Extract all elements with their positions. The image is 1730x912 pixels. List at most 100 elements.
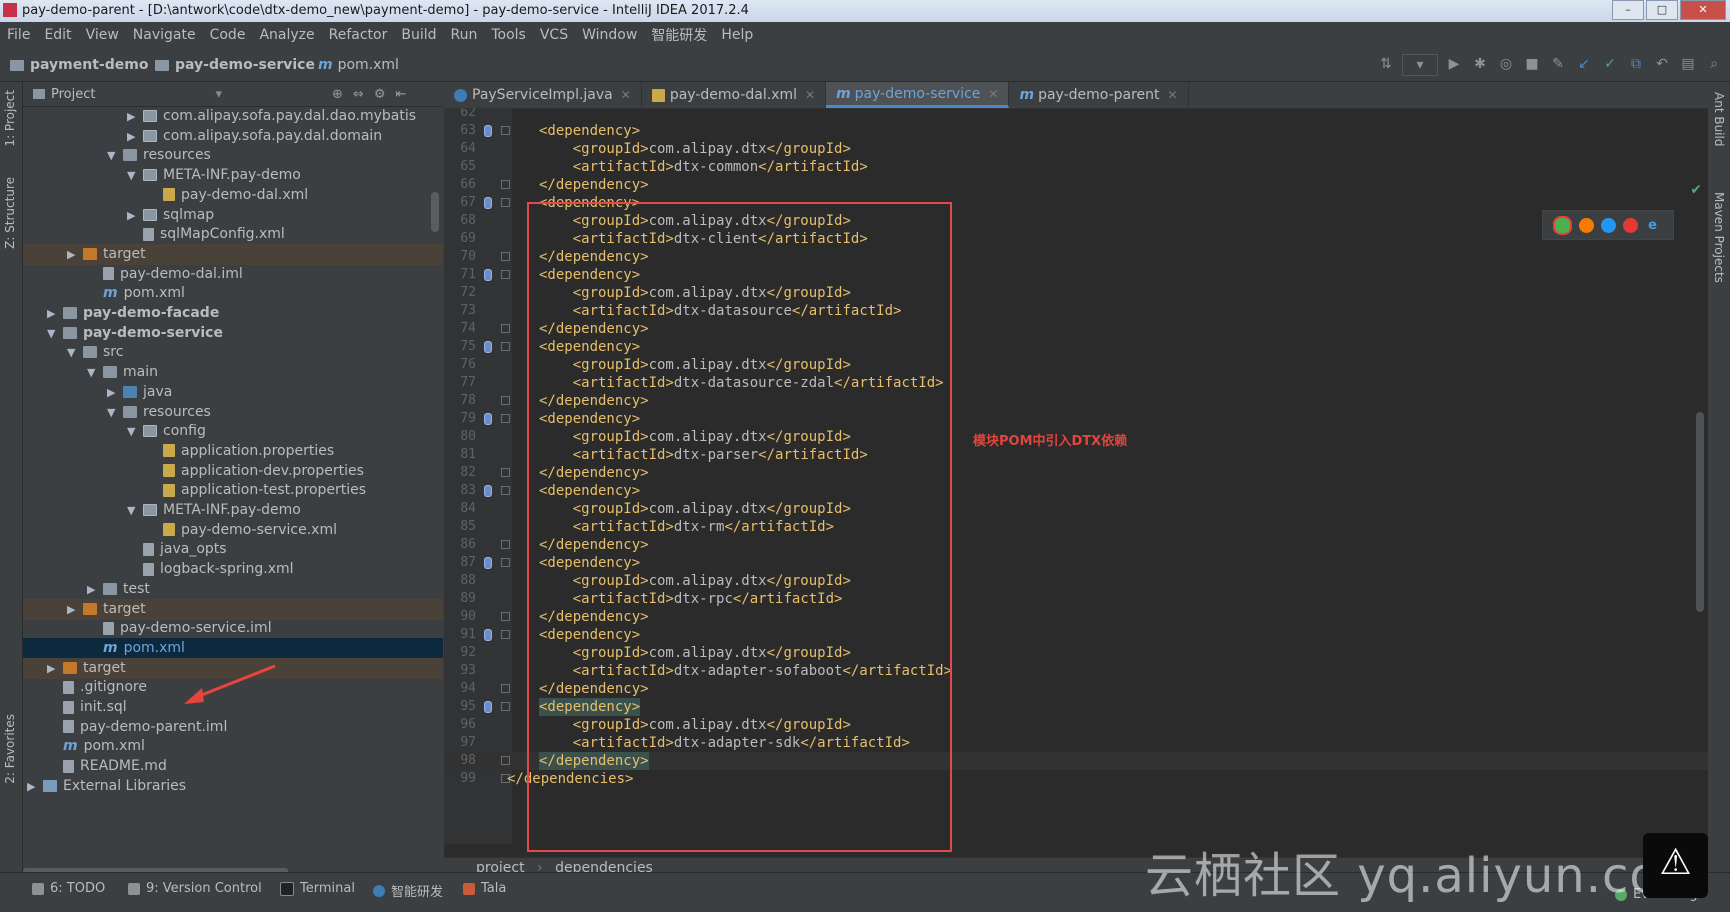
tree-item[interactable]: logback-spring.xml [23,559,443,580]
fold-marker-icon[interactable] [501,684,510,693]
menu-item[interactable]: Build [394,27,443,43]
project-view-selector[interactable]: Project [51,87,95,102]
tree-item[interactable]: application.properties [23,441,443,462]
menu-item[interactable]: VCS [533,27,575,43]
maven-dependency-gutter-icon[interactable] [484,197,492,209]
chevron-right-icon[interactable]: ▶ [47,658,63,679]
tree-item[interactable]: ▼ resources [23,402,443,423]
chevron-down-icon[interactable]: ▼ [107,145,123,166]
tree-item[interactable]: application-dev.properties [23,461,443,482]
tree-item[interactable]: m pom.xml [23,736,443,757]
fold-marker-icon[interactable] [501,252,510,261]
tree-item[interactable]: application-test.properties [23,480,443,501]
breadcrumb-file[interactable]: m pom.xml [318,57,399,73]
tree-item[interactable]: ▼ main [23,362,443,383]
firefox-icon[interactable] [1579,217,1594,233]
tree-item[interactable]: ▼ pay-demo-service [23,323,443,344]
chevron-right-icon[interactable]: ▶ [107,382,123,403]
tree-item[interactable]: ▶ target [23,243,443,265]
maven-dependency-gutter-icon[interactable] [484,341,492,353]
maven-dependency-gutter-icon[interactable] [484,125,492,137]
chevron-down-icon[interactable]: ▼ [127,421,143,442]
minimize-button[interactable]: – [1612,0,1644,20]
tree-item[interactable]: ▶ test [23,579,443,600]
close-tab-icon[interactable]: ✕ [988,87,998,101]
tree-item[interactable]: pay-demo-service.xml [23,520,443,541]
sort-icon[interactable]: ⇅ [1376,54,1396,74]
tree-item[interactable]: ▶ com.alipay.sofa.pay.dal.domain [23,126,443,147]
fold-marker-icon[interactable] [501,558,510,567]
maven-projects-tool-button[interactable]: Maven Projects [1712,192,1726,283]
close-tab-icon[interactable]: ✕ [621,88,631,102]
chevron-down-icon[interactable]: ▼ [87,362,103,383]
menu-item[interactable]: Window [575,27,644,43]
chevron-right-icon[interactable]: ▶ [67,599,83,620]
vcs-update-icon[interactable]: ↙ [1574,54,1594,74]
menu-item[interactable]: Refactor [322,27,395,43]
chevron-down-icon[interactable]: ▼ [47,323,63,344]
fold-marker-icon[interactable] [501,324,510,333]
undo-icon[interactable]: ↶ [1652,54,1672,74]
close-tab-icon[interactable]: ✕ [1168,88,1178,102]
project-structure-icon[interactable]: ▤ [1678,54,1698,74]
fold-marker-icon[interactable] [501,756,510,765]
maven-dependency-gutter-icon[interactable] [484,701,492,713]
maximize-button[interactable]: □ [1646,0,1678,20]
menu-item[interactable]: Run [444,27,485,43]
chevron-down-icon[interactable]: ▾ [215,87,222,102]
tree-item[interactable]: ▼ resources [23,145,443,166]
editor-scrollbar[interactable] [1696,412,1704,612]
hide-icon[interactable]: ⇤ [395,87,406,102]
tree-item[interactable]: ▼ META-INF.pay-demo [23,165,443,186]
tree-item[interactable]: m pom.xml [23,637,443,659]
project-tool-button[interactable]: 1: Project [3,90,17,147]
fold-marker-icon[interactable] [501,126,510,135]
maven-dependency-gutter-icon[interactable] [484,557,492,569]
search-icon[interactable]: ⌕ [1704,54,1724,74]
editor-tab[interactable]: m pay-demo-service ✕ [826,82,1010,108]
tree-item[interactable]: pay-demo-dal.iml [23,264,443,285]
tree-item[interactable]: m pom.xml [23,283,443,304]
fold-marker-icon[interactable] [501,198,510,207]
version-control-tool-button[interactable]: 9: Version Control [128,881,262,896]
fold-marker-icon[interactable] [501,270,510,279]
fold-marker-icon[interactable] [501,180,510,189]
chrome-icon[interactable] [1553,215,1572,235]
menu-item[interactable]: File [0,27,37,43]
tree-item[interactable]: README.md [23,756,443,777]
tree-item[interactable]: sqlMapConfig.xml [23,224,443,245]
chevron-right-icon[interactable]: ▶ [127,205,143,226]
breadcrumb-root[interactable]: payment-demo [10,57,148,73]
safari-icon[interactable] [1601,217,1616,233]
tree-item[interactable]: ▼ config [23,421,443,442]
fold-marker-icon[interactable] [501,396,510,405]
tree-item[interactable]: pay-demo-dal.xml [23,185,443,206]
structure-tool-button[interactable]: Z: Structure [3,177,17,249]
menu-item[interactable]: Navigate [126,27,203,43]
tree-item[interactable]: java_opts [23,539,443,560]
run-config-dropdown[interactable]: ▾ [1402,54,1438,76]
chevron-right-icon[interactable]: ▶ [47,303,63,324]
chevron-down-icon[interactable]: ▼ [107,402,123,423]
chevron-down-icon[interactable]: ▼ [127,165,143,186]
fold-marker-icon[interactable] [501,414,510,423]
chevron-right-icon[interactable]: ▶ [67,244,83,265]
menu-item[interactable]: Analyze [252,27,321,43]
fold-marker-icon[interactable] [501,468,510,477]
tala-tool-button[interactable]: Tala [463,881,506,896]
editor-tab[interactable]: pay-demo-dal.xml ✕ [642,82,827,108]
todo-tool-button[interactable]: 6: TODO [32,881,105,896]
fold-marker-icon[interactable] [501,612,510,621]
fold-marker-icon[interactable] [501,630,510,639]
chevron-right-icon[interactable]: ▶ [127,106,143,127]
coverage-icon[interactable]: ◎ [1496,54,1516,74]
tree-item[interactable]: ▶ com.alipay.sofa.pay.dal.dao.mybatis [23,106,443,127]
menu-item[interactable]: Help [714,27,760,43]
opera-icon[interactable] [1623,217,1638,233]
vcs-commit-icon[interactable]: ✓ [1600,54,1620,74]
ie-icon[interactable]: e [1645,218,1660,233]
project-scrollbar[interactable] [431,192,439,232]
menu-item[interactable]: 智能研发 [644,25,714,45]
chevron-right-icon[interactable]: ▶ [87,579,103,600]
fold-marker-icon[interactable] [501,702,510,711]
